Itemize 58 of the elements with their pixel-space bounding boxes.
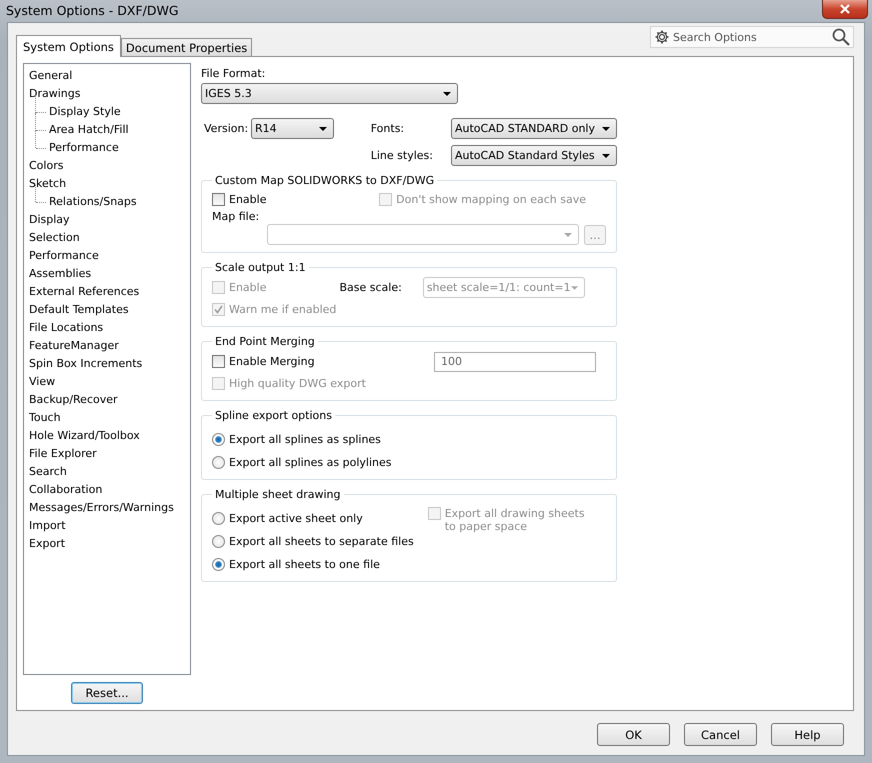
tree-item[interactable]: Spin Box Increments xyxy=(29,355,190,373)
radio-option[interactable]: Export all splines as splines xyxy=(212,430,606,448)
tab[interactable]: System Options xyxy=(16,35,121,57)
group-title: End Point Merging xyxy=(214,335,316,348)
dropdown[interactable]: IGES 5.3 xyxy=(201,83,458,104)
dialog-button[interactable]: OK xyxy=(597,723,670,746)
tree-item[interactable]: Hole Wizard/Toolbox xyxy=(29,427,190,445)
tree-item[interactable]: Export xyxy=(29,535,190,553)
field-label: Base scale: xyxy=(339,281,402,294)
tree-item[interactable]: Performance xyxy=(47,139,119,157)
tree-item[interactable]: Import xyxy=(29,517,190,535)
checkbox-option[interactable]: Enable xyxy=(212,193,266,206)
tree-item[interactable]: Drawings xyxy=(29,85,190,103)
search-field[interactable]: Search Options xyxy=(650,26,854,48)
tree-item[interactable]: Default Templates xyxy=(29,301,190,319)
tree-item[interactable]: Sketch xyxy=(29,175,190,193)
dialog-button[interactable]: Cancel xyxy=(684,723,757,746)
tree-item[interactable]: Display xyxy=(29,211,190,229)
group-title: Spline export options xyxy=(214,409,333,422)
dropdown[interactable]: AutoCAD STANDARD only xyxy=(451,118,617,139)
group-title: Custom Map SOLIDWORKS to DXF/DWG xyxy=(214,174,436,187)
field-label: Line styles: xyxy=(370,149,434,162)
tree-item[interactable]: Collaboration xyxy=(29,481,190,499)
input-field[interactable]: 100 xyxy=(434,352,596,372)
tree-item[interactable]: Display Style xyxy=(47,103,121,121)
tree-item[interactable]: Selection xyxy=(29,229,190,247)
tree-item[interactable]: Performance xyxy=(29,247,190,265)
checkbox-option[interactable]: Enable Merging xyxy=(212,355,315,368)
group-title: Multiple sheet drawing xyxy=(214,488,342,501)
radio-option[interactable]: Export all splines as polylines xyxy=(212,453,606,471)
tree-item[interactable]: Colors xyxy=(29,157,190,175)
field-label: Map file: xyxy=(212,210,260,223)
tab[interactable]: Document Properties xyxy=(120,38,252,56)
radio-option[interactable]: Export active sheet only xyxy=(212,509,414,527)
tree-item[interactable]: Backup/Recover xyxy=(29,391,190,409)
tree-item[interactable]: General xyxy=(29,67,190,85)
tree-item[interactable]: External References xyxy=(29,283,190,301)
reset-button[interactable]: Reset... xyxy=(71,682,143,704)
tree-item[interactable]: Touch xyxy=(29,409,190,427)
tree-item[interactable]: FeatureManager xyxy=(29,337,190,355)
tree-item[interactable]: Relations/Snaps xyxy=(47,193,137,211)
tree-item[interactable]: Search xyxy=(29,463,190,481)
tree-item[interactable]: Area Hatch/Fill xyxy=(47,121,129,139)
radio-option[interactable]: Export all sheets to separate files xyxy=(212,532,414,550)
tree-item[interactable]: Messages/Errors/Warnings xyxy=(29,499,190,517)
dropdown[interactable]: R14 xyxy=(251,118,334,139)
tree-item[interactable]: File Explorer xyxy=(29,445,190,463)
dialog-button[interactable]: Help xyxy=(771,723,844,746)
window-title: System Options - DXF/DWG xyxy=(6,2,179,18)
tree-item[interactable]: View xyxy=(29,373,190,391)
group-title: Scale output 1:1 xyxy=(214,261,307,274)
field-label: Fonts: xyxy=(370,122,406,135)
radio-option[interactable]: Export all sheets to one file xyxy=(212,555,414,573)
tree-item[interactable]: Assemblies xyxy=(29,265,190,283)
dropdown[interactable]: AutoCAD Standard Styles xyxy=(451,145,617,166)
tree-item[interactable]: File Locations xyxy=(29,319,190,337)
field-label: Version: xyxy=(203,122,250,135)
field-label: File Format: xyxy=(201,67,266,80)
